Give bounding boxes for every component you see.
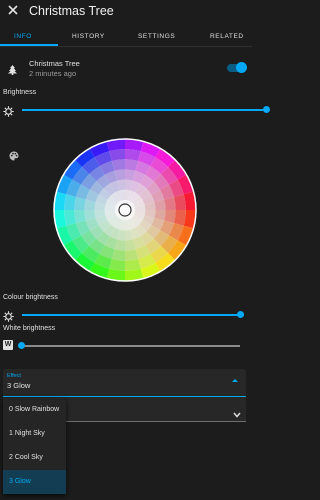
colour-brightness-slider-handle[interactable] [237, 311, 244, 318]
tab-settings[interactable]: SETTINGS [138, 33, 175, 40]
close-icon[interactable] [6, 4, 20, 18]
color-wheel[interactable] [53, 138, 197, 287]
color-wheel-segment [109, 258, 125, 271]
color-wheel-segment [64, 210, 77, 226]
effect-option-selected[interactable]: 3 Glow [3, 470, 66, 494]
effect-select[interactable] [3, 369, 246, 397]
white-channel-icon: W [3, 340, 13, 350]
color-wheel-segment [64, 194, 77, 210]
tab-related[interactable]: RELATED [210, 33, 244, 40]
tab-history[interactable]: HISTORY [72, 33, 105, 40]
color-wheel-segment [125, 258, 141, 271]
brightness-slider[interactable] [22, 109, 267, 111]
effect-option[interactable]: 0 Slow Rainbow [3, 398, 66, 422]
tab-info[interactable]: INFO [14, 33, 32, 40]
color-wheel-segment [109, 149, 125, 162]
brightness-label: Brightness [3, 89, 37, 96]
tabs-divider [0, 46, 252, 47]
entity-name: Christmas Tree [29, 59, 80, 68]
color-wheel-marker [118, 203, 132, 217]
caret-up-icon[interactable] [232, 379, 238, 382]
effect-option[interactable]: 2 Cool Sky [3, 446, 66, 470]
dialog-title: Christmas Tree [29, 4, 114, 18]
white-brightness-label: White brightness [3, 325, 56, 332]
christmas-tree-icon [8, 62, 17, 80]
state-toggle-knob[interactable] [236, 62, 247, 73]
brightness-icon [3, 104, 14, 122]
color-wheel-segment [173, 210, 186, 226]
color-wheel-segment [125, 149, 141, 162]
white-brightness-slider[interactable] [22, 345, 240, 347]
color-wheel-segment [173, 194, 186, 210]
colour-brightness-label: Colour brightness [3, 294, 58, 301]
effect-option[interactable]: 1 Night Sky [3, 422, 66, 446]
effect-select-value: 3 Glow [7, 381, 31, 390]
brightness-slider-handle[interactable] [263, 106, 270, 113]
colour-brightness-slider[interactable] [22, 314, 244, 316]
white-brightness-slider-handle[interactable] [18, 342, 25, 349]
chevron-down-icon[interactable] [233, 405, 241, 423]
effect-select-label: Effect [7, 373, 21, 379]
palette-icon[interactable] [9, 148, 19, 166]
entity-last-changed: 2 minutes ago [29, 69, 77, 78]
